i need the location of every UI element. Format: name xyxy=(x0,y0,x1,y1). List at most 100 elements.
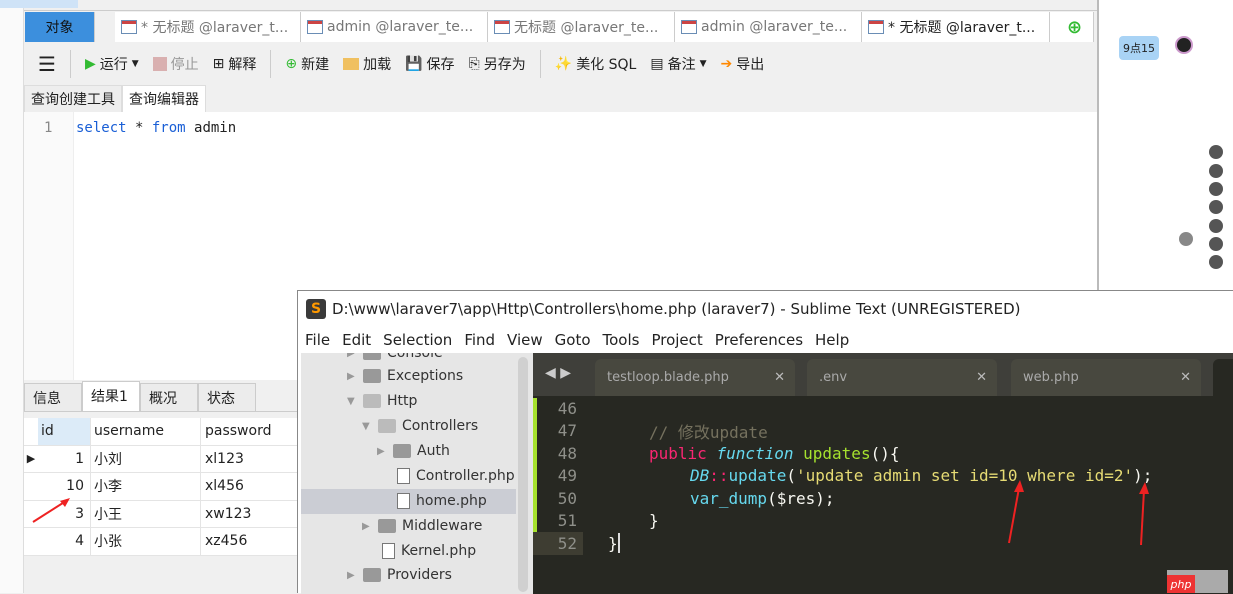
file-tabs: ◀ ▶ testloop.blade.php ✕ .env ✕ web.php ✕ xyxy=(533,353,1233,396)
close-icon[interactable]: ✕ xyxy=(1180,370,1191,385)
left-strip xyxy=(0,0,24,593)
tab-query-active[interactable]: * 无标题 @laraver_t... xyxy=(862,12,1050,42)
menu-selection[interactable]: Selection xyxy=(383,331,452,349)
tab-label: * 无标题 @laraver_t... xyxy=(888,20,1036,36)
result-tabs: 信息 结果1 概况 状态 xyxy=(24,381,304,412)
column-header-password[interactable]: password xyxy=(200,418,299,445)
tree-folder-middleware[interactable]: ▶ Middleware xyxy=(362,518,482,534)
save-icon: 💾 xyxy=(405,56,423,72)
load-label: 加载 xyxy=(363,57,392,73)
menu-help[interactable]: Help xyxy=(815,331,849,349)
menu-view[interactable]: View xyxy=(507,331,543,349)
menu-preferences[interactable]: Preferences xyxy=(715,331,803,349)
code-line: 46 xyxy=(557,398,577,418)
table-row[interactable]: 4 小张 xz456 xyxy=(24,528,299,556)
tab-admin-table[interactable]: admin @laraver_te... xyxy=(675,12,862,42)
tab-info[interactable]: 信息 xyxy=(24,383,82,411)
magic-wand-icon: ✨ xyxy=(554,56,573,72)
menu-goto[interactable]: Goto xyxy=(555,331,591,349)
close-icon[interactable]: ✕ xyxy=(976,370,987,385)
chat-panel: 9点15 xyxy=(1097,0,1233,290)
new-button[interactable]: ⊕ 新建 xyxy=(285,54,329,74)
chat-bubble: 9点15 xyxy=(1119,36,1159,60)
save-label: 保存 xyxy=(426,57,455,73)
tab-untitled-design[interactable]: 无标题 @laraver_te... xyxy=(488,12,675,42)
code-line: 48 public function updates(){ xyxy=(557,443,900,463)
export-button[interactable]: ➔ 导出 xyxy=(721,54,765,74)
tab-label: admin @laraver_te... xyxy=(701,19,848,35)
tree-file-controller[interactable]: Controller.php xyxy=(397,468,515,484)
load-button[interactable]: 加载 xyxy=(343,54,391,74)
stop-icon xyxy=(152,57,167,71)
cell[interactable]: 1 xyxy=(38,451,90,467)
tab-nav-arrows-icon[interactable]: ◀ ▶ xyxy=(545,365,571,381)
explain-label: 解释 xyxy=(228,57,257,73)
tab-status[interactable]: 状态 xyxy=(198,383,256,411)
tab-query-builder[interactable]: 查询创建工具 xyxy=(24,85,122,112)
tab-objects[interactable]: 对象 xyxy=(25,12,95,42)
tab-label: admin @laraver_te... xyxy=(327,19,474,35)
cell[interactable]: 10 xyxy=(38,478,90,494)
comment-button[interactable]: ▤ 备注 ▼ xyxy=(650,54,706,74)
menu-tools[interactable]: Tools xyxy=(603,331,640,349)
stop-button[interactable]: 停止 xyxy=(152,54,199,74)
code-editor[interactable]: ◀ ▶ testloop.blade.php ✕ .env ✕ web.php ✕ 4… xyxy=(533,353,1233,594)
tree-folder-console[interactable]: ▶ Console xyxy=(347,353,443,361)
explain-button[interactable]: ⊞ 解释 xyxy=(213,54,257,74)
chevron-down-icon[interactable]: ▼ xyxy=(132,59,139,69)
avatar xyxy=(1209,145,1223,159)
tree-folder-controllers[interactable]: ▼ Controllers xyxy=(362,418,478,434)
sidebar-scrollbar[interactable] xyxy=(518,357,528,592)
tree-file-kernel[interactable]: Kernel.php xyxy=(382,543,476,559)
avatar xyxy=(1209,182,1223,196)
cell[interactable]: 4 xyxy=(38,533,90,549)
new-icon: ⊕ xyxy=(285,56,298,72)
menu-icon[interactable]: ☰ xyxy=(38,52,56,76)
tab-profile[interactable]: 概况 xyxy=(140,383,198,411)
cell[interactable]: 小王 xyxy=(90,500,200,527)
sql-text[interactable]: select * from admin xyxy=(76,120,236,136)
clock-icon[interactable] xyxy=(1179,232,1193,246)
save-as-button[interactable]: ⎘ 另存为 xyxy=(469,54,526,74)
cell[interactable]: 小张 xyxy=(90,528,200,555)
tab-query-1[interactable]: * 无标题 @laraver_t... xyxy=(115,12,301,42)
tab-home-active[interactable] xyxy=(1213,359,1233,396)
tree-file-home[interactable]: home.php xyxy=(397,493,487,509)
document-icon: ▤ xyxy=(650,56,664,72)
cell[interactable]: xl123 xyxy=(200,445,299,472)
table-row[interactable]: ▶ 1 小刘 xl123 xyxy=(24,445,299,473)
column-header-id[interactable]: id xyxy=(38,418,90,445)
tree-folder-exceptions[interactable]: ▶ Exceptions xyxy=(347,368,463,384)
new-tab-button[interactable]: ⊕ xyxy=(1050,12,1094,42)
menu-edit[interactable]: Edit xyxy=(342,331,371,349)
run-button[interactable]: ▶ 运行 ▼ xyxy=(85,54,139,74)
cell[interactable]: xw123 xyxy=(200,500,299,527)
beautify-sql-button[interactable]: ✨ 美化 SQL xyxy=(555,54,637,74)
menu-find[interactable]: Find xyxy=(464,331,495,349)
tab-query-editor[interactable]: 查询编辑器 xyxy=(122,85,206,112)
beautify-label: 美化 SQL xyxy=(576,57,637,73)
avatar xyxy=(1209,237,1223,251)
save-button[interactable]: 💾 保存 xyxy=(405,54,454,74)
cell[interactable]: 小刘 xyxy=(90,445,200,472)
tree-folder-auth[interactable]: ▶ Auth xyxy=(377,443,450,459)
tab-env[interactable]: .env ✕ xyxy=(807,359,997,396)
close-icon[interactable]: ✕ xyxy=(774,370,785,385)
tab-web[interactable]: web.php ✕ xyxy=(1011,359,1201,396)
tree-folder-providers[interactable]: ▶ Providers xyxy=(347,567,452,583)
menu-file[interactable]: File xyxy=(305,331,330,349)
tab-testloop[interactable]: testloop.blade.php ✕ xyxy=(595,359,795,396)
line-gutter xyxy=(24,112,74,380)
tab-admin-design[interactable]: admin @laraver_te... xyxy=(301,12,488,42)
tab-result1[interactable]: 结果1 xyxy=(82,381,140,411)
cell[interactable]: xz456 xyxy=(200,528,299,555)
cell[interactable]: xl456 xyxy=(200,473,299,500)
folder-icon xyxy=(343,58,360,70)
php-logo: php xyxy=(1167,575,1195,593)
tree-folder-http[interactable]: ▼ Http xyxy=(347,393,417,409)
chevron-down-icon[interactable]: ▼ xyxy=(700,59,707,69)
menu-project[interactable]: Project xyxy=(651,331,702,349)
stop-label: 停止 xyxy=(170,57,199,73)
cell[interactable]: 小李 xyxy=(90,473,200,500)
column-header-username[interactable]: username xyxy=(90,418,200,445)
